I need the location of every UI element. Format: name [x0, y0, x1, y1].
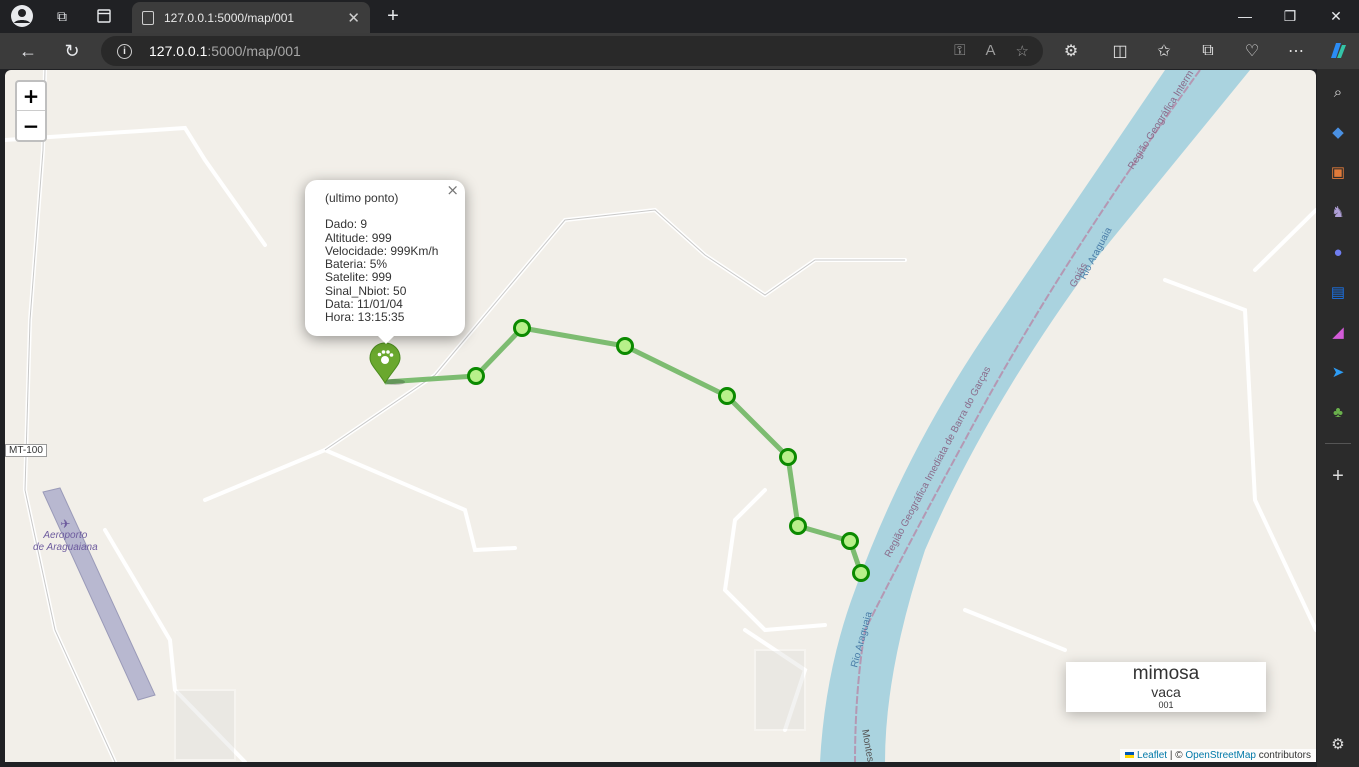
split-screen-icon[interactable]: ◫ — [1108, 39, 1132, 63]
airport-label-line2: de Araguaiana — [33, 542, 98, 553]
track-point[interactable] — [616, 337, 634, 355]
town-blocks — [174, 649, 806, 761]
designer-icon[interactable]: ◢ — [1327, 321, 1349, 343]
minimize-button[interactable]: — — [1222, 4, 1268, 28]
track-point[interactable] — [513, 319, 531, 337]
tab-close-icon[interactable]: ✕ — [347, 9, 360, 27]
animal-name: mimosa — [1132, 663, 1200, 684]
restore-button[interactable]: ❐ — [1267, 4, 1313, 28]
tab-active[interactable]: 127.0.0.1:5000/map/001 ✕ — [132, 2, 370, 33]
read-aloud-icon[interactable]: A — [986, 42, 996, 60]
tools-icon[interactable]: ▣ — [1327, 161, 1349, 183]
more-menu-icon[interactable]: ⋯ — [1284, 39, 1308, 63]
edge-sidebar: ⌕ ◆ ▣ ♞ ● ▤ ◢ ➤ ♣ + ⚙ — [1317, 69, 1359, 767]
close-window-button[interactable]: ✕ — [1313, 4, 1359, 28]
zoom-in-button[interactable]: + — [17, 82, 45, 111]
search-icon[interactable]: ⌕ — [1327, 81, 1349, 103]
tree-icon[interactable]: ♣ — [1327, 401, 1349, 423]
road-shield-label: MT-100 — [5, 444, 47, 457]
airport-label-line1: Aeroporto — [43, 530, 88, 541]
marker-popup: × (ultimo ponto) Dado: 9 Altitude: 999 V… — [305, 180, 465, 336]
sidebar-divider — [1325, 443, 1351, 444]
map-base-layer: Rio Araguaia Rio Araguaia Região Geográf… — [5, 70, 1316, 762]
popup-line: Data: 11/01/04 — [325, 297, 403, 312]
address-bar[interactable]: i 127.0.0.1:5000/map/001 ⚿ A ☆ — [101, 36, 1043, 66]
popup-line: Velocidade: 999Km/h — [325, 243, 439, 258]
track-point[interactable] — [718, 387, 736, 405]
outlook-icon[interactable]: ▤ — [1327, 281, 1349, 303]
popup-line: Sinal_Nbiot: 50 — [325, 283, 407, 298]
animal-id: 001 — [1158, 700, 1174, 710]
favorite-star-icon[interactable]: ☆ — [1016, 42, 1029, 60]
title-bar: ⧉ 127.0.0.1:5000/map/001 ✕ + — ❐ ✕ — [0, 0, 1359, 33]
performance-icon[interactable]: ♡ — [1240, 39, 1264, 63]
site-info-icon[interactable]: i — [117, 43, 132, 59]
airport-label: ✈ Aeroporto de Araguaiana — [33, 518, 98, 554]
tab-actions-icon[interactable] — [90, 4, 118, 28]
track-point[interactable] — [852, 564, 870, 582]
send-icon[interactable]: ➤ — [1327, 361, 1349, 383]
address-toolbar: ← ↻ i 127.0.0.1:5000/map/001 ⚿ A ☆ ⚙ ◫ ✩… — [0, 33, 1359, 69]
collections-icon[interactable]: ⧉ — [1196, 39, 1220, 63]
settings-icon[interactable]: ⚙ — [1327, 733, 1349, 755]
popup-line: Hora: 13:15:35 — [325, 310, 405, 325]
track-points — [467, 319, 870, 582]
shopping-tag-icon[interactable]: ◆ — [1327, 121, 1349, 143]
key-icon[interactable]: ⚿ — [954, 42, 965, 60]
osm-link[interactable]: OpenStreetMap — [1185, 750, 1256, 761]
back-button[interactable]: ← — [14, 37, 42, 65]
attribution-contributors: contributors — [1255, 750, 1311, 761]
popup-header: (ultimo ponto) — [325, 191, 399, 205]
region-label-1: Região Geográfica Imediata de Barra do G… — [883, 365, 993, 560]
ukraine-flag-icon — [1125, 752, 1135, 759]
track-point[interactable] — [779, 448, 797, 466]
leaflet-link[interactable]: Leaflet — [1137, 750, 1167, 761]
profile-icon[interactable] — [8, 4, 36, 28]
page-icon — [142, 10, 154, 25]
url-path: :5000/map/001 — [207, 43, 301, 59]
zoom-control: + − — [15, 80, 47, 142]
map-container[interactable]: Rio Araguaia Rio Araguaia Região Geográf… — [5, 70, 1316, 762]
airplane-icon: ✈ — [60, 517, 71, 531]
url-host: 127.0.0.1 — [149, 43, 208, 59]
popup-line: Satelite: 999 — [325, 270, 392, 285]
track-point[interactable] — [841, 532, 859, 550]
games-icon[interactable]: ♞ — [1327, 201, 1349, 223]
popup-line: Dado: 9 — [325, 217, 368, 232]
new-tab-button[interactable]: + — [380, 4, 406, 28]
copilot-icon[interactable] — [1326, 39, 1350, 63]
animal-info-box: mimosa vaca 001 — [1066, 662, 1266, 712]
popup-line: Bateria: 5% — [325, 257, 388, 272]
river — [820, 70, 1250, 762]
attribution-separator: | © — [1167, 750, 1186, 761]
tab-title: 127.0.0.1:5000/map/001 — [164, 10, 295, 25]
popup-line: Altitude: 999 — [325, 230, 392, 245]
reload-button[interactable]: ↻ — [58, 37, 86, 65]
favorites-icon[interactable]: ✩ — [1152, 39, 1176, 63]
popup-tip — [376, 334, 396, 344]
zoom-out-button[interactable]: − — [17, 111, 45, 140]
track-point[interactable] — [467, 367, 485, 385]
map-attribution: Leaflet | © OpenStreetMap contributors — [1120, 749, 1316, 762]
extensions-icon[interactable]: ⚙ — [1059, 39, 1083, 63]
workspaces-icon[interactable]: ⧉ — [48, 4, 76, 28]
animal-species: vaca — [1151, 684, 1181, 700]
popup-close-icon[interactable]: × — [446, 182, 459, 197]
track-point[interactable] — [789, 517, 807, 535]
add-icon[interactable]: + — [1327, 465, 1349, 487]
copilot-app-icon[interactable]: ● — [1327, 241, 1349, 263]
